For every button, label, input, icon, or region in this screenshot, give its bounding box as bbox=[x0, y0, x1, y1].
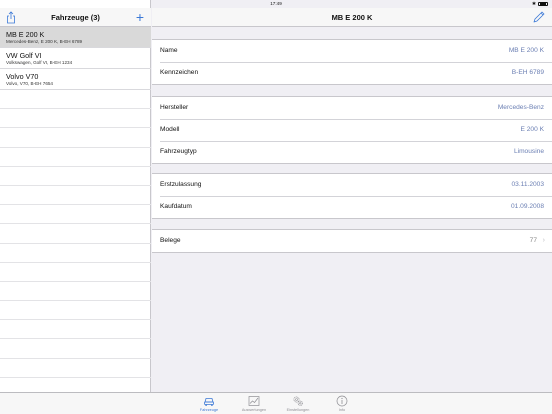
model-value: E 200 K bbox=[520, 126, 544, 133]
license-plate-label: Kennzeichen bbox=[160, 69, 199, 76]
empty-row bbox=[0, 167, 151, 186]
vehicle-subtitle: Mercedes-Benz, E 200 K, B-EH 6789 bbox=[6, 39, 83, 44]
info-icon bbox=[336, 395, 348, 407]
empty-row bbox=[0, 244, 151, 263]
tab-label: Auswertungen bbox=[241, 408, 267, 412]
vehicle-name: Volvo V70 bbox=[6, 72, 39, 81]
empty-row bbox=[0, 109, 151, 129]
receipts-group: Belege 77 › bbox=[152, 229, 552, 253]
tab-info[interactable]: Info bbox=[322, 393, 362, 414]
purchase-date-value: 01.09.2008 bbox=[510, 203, 544, 210]
add-vehicle-button[interactable]: + bbox=[134, 10, 146, 24]
tab-bar: Fahrzeuge Auswertungen Einstellungen Inf… bbox=[0, 392, 552, 414]
detail-title: MB E 200 K bbox=[331, 13, 373, 22]
chart-icon bbox=[248, 396, 260, 406]
vehicle-subtitle: Volkswagen, Golf VI, B-EH 1234 bbox=[6, 60, 73, 65]
first-registration-label: Erstzulassung bbox=[160, 181, 202, 188]
empty-row bbox=[0, 186, 151, 206]
model-row[interactable]: Modell E 200 K bbox=[152, 119, 552, 141]
empty-row bbox=[0, 90, 151, 110]
master-nav-bar: Fahrzeuge (3) + bbox=[0, 8, 151, 27]
name-label: Name bbox=[160, 47, 178, 54]
model-label: Modell bbox=[160, 126, 180, 133]
empty-row bbox=[0, 301, 151, 321]
battery-icon bbox=[538, 1, 548, 7]
receipts-count: 77 bbox=[529, 237, 537, 244]
vehicle-name: MB E 200 K bbox=[6, 30, 45, 39]
vehicle-list-title: Fahrzeuge (3) bbox=[51, 13, 100, 22]
empty-row bbox=[0, 205, 151, 225]
empty-row bbox=[0, 282, 151, 302]
vehicle-list-item[interactable]: MB E 200 K Mercedes-Benz, E 200 K, B-EH … bbox=[0, 27, 151, 48]
vehicle-list-item[interactable]: Volvo V70 Volvo, V70, B-EH 7654 bbox=[0, 69, 151, 90]
model-group: Hersteller Mercedes-Benz Modell E 200 K … bbox=[152, 96, 552, 164]
license-plate-row[interactable]: Kennzeichen B-EH 6789 bbox=[152, 62, 552, 84]
edit-pencil-icon[interactable] bbox=[532, 10, 546, 24]
receipts-row[interactable]: Belege 77 › bbox=[152, 230, 552, 252]
chevron-right-icon: › bbox=[542, 237, 545, 244]
car-icon bbox=[204, 398, 214, 406]
empty-row bbox=[0, 359, 151, 378]
tab-vehicles[interactable]: Fahrzeuge bbox=[189, 393, 229, 414]
vehicle-subtitle: Volvo, V70, B-EH 7654 bbox=[6, 81, 53, 86]
identity-group: Name MB E 200 K Kennzeichen B-EH 6789 bbox=[152, 39, 552, 85]
tab-label: Info bbox=[338, 408, 346, 412]
name-row[interactable]: Name MB E 200 K bbox=[152, 40, 552, 62]
manufacturer-value: Mercedes-Benz bbox=[497, 104, 544, 111]
receipts-label: Belege bbox=[160, 237, 181, 244]
dates-group: Erstzulassung 03.11.2003 Kaufdatum 01.09… bbox=[152, 173, 552, 219]
empty-row bbox=[0, 339, 151, 359]
empty-row bbox=[0, 224, 151, 244]
purchase-date-label: Kaufdatum bbox=[160, 203, 192, 210]
first-registration-row[interactable]: Erstzulassung 03.11.2003 bbox=[152, 174, 552, 196]
vehicle-type-row[interactable]: Fahrzeugtyp Limousine bbox=[152, 141, 552, 163]
vehicle-list-pane: Fahrzeuge (3) + MB E 200 K Mercedes-Benz… bbox=[0, 0, 151, 392]
detail-nav-bar: MB E 200 K bbox=[152, 8, 552, 27]
tab-label: Fahrzeuge bbox=[199, 408, 219, 412]
tab-label: Einstellungen bbox=[286, 408, 310, 412]
empty-row bbox=[0, 320, 151, 340]
empty-row bbox=[0, 128, 151, 148]
name-value: MB E 200 K bbox=[508, 47, 544, 54]
gears-icon bbox=[293, 396, 303, 406]
vehicle-type-label: Fahrzeugtyp bbox=[160, 148, 197, 155]
vehicle-list: MB E 200 K Mercedes-Benz, E 200 K, B-EH … bbox=[0, 27, 151, 378]
first-registration-value: 03.11.2003 bbox=[511, 181, 544, 188]
purchase-date-row[interactable]: Kaufdatum 01.09.2008 bbox=[152, 196, 552, 218]
license-plate-value: B-EH 6789 bbox=[511, 69, 544, 76]
status-indicators: ✱ bbox=[532, 0, 548, 8]
vehicle-name: VW Golf VI bbox=[6, 51, 42, 60]
vehicle-type-value: Limousine bbox=[513, 148, 544, 155]
empty-row bbox=[0, 263, 151, 282]
empty-row bbox=[0, 148, 151, 167]
vehicle-list-item[interactable]: VW Golf VI Volkswagen, Golf VI, B-EH 123… bbox=[0, 48, 151, 69]
tab-reports[interactable]: Auswertungen bbox=[234, 393, 274, 414]
tab-settings[interactable]: Einstellungen bbox=[278, 393, 318, 414]
manufacturer-label: Hersteller bbox=[160, 104, 189, 111]
bluetooth-icon: ✱ bbox=[532, 1, 536, 6]
manufacturer-row[interactable]: Hersteller Mercedes-Benz bbox=[152, 97, 552, 119]
